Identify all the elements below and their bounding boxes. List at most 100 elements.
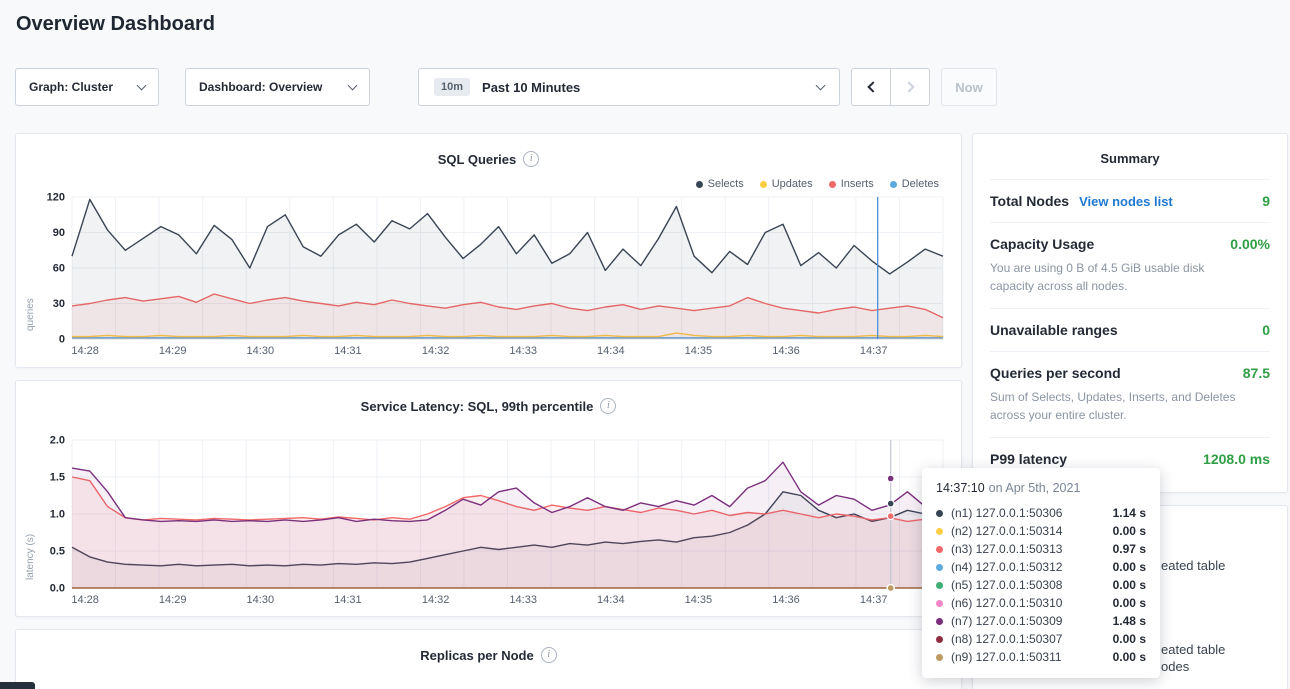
tooltip-row: (n5) 127.0.0.1:50308 0.00 s (936, 576, 1146, 594)
svg-text:14:30: 14:30 (247, 345, 275, 357)
info-icon[interactable]: i (600, 398, 616, 414)
node-address: (n4) 127.0.0.1:50312 (951, 560, 1062, 574)
qps-description: Sum of Selects, Updates, Inserts, and De… (990, 388, 1270, 424)
node-address: (n8) 127.0.0.1:50307 (951, 632, 1062, 646)
chevron-down-icon (348, 80, 358, 90)
sql-queries-plot[interactable]: 030609012014:2814:2914:3014:3114:3214:33… (30, 192, 947, 359)
event-item-fragment: odes (1161, 659, 1189, 674)
replicas-per-node-chart-card: Replicas per Node i (15, 629, 962, 689)
partial-element (0, 682, 35, 689)
summary-row-capacity: Capacity Usage 0.00% You are using 0 B o… (990, 222, 1270, 308)
dashboard-dropdown[interactable]: Dashboard: Overview (185, 68, 370, 106)
legend-item-updates[interactable]: Updates (760, 178, 813, 190)
legend-dot (696, 181, 703, 188)
svg-text:14:32: 14:32 (422, 345, 450, 357)
dashboard-dropdown-label: Dashboard: Overview (199, 80, 322, 94)
total-nodes-value: 9 (1262, 193, 1270, 209)
capacity-value: 0.00% (1230, 236, 1270, 252)
service-latency-chart-card: Service Latency: SQL, 99th percentile i … (15, 380, 962, 617)
svg-text:14:35: 14:35 (685, 594, 713, 606)
tooltip-row: (n8) 127.0.0.1:503070.00 s (936, 630, 1146, 648)
svg-text:1.5: 1.5 (50, 472, 65, 484)
tooltip-row: (n9) 127.0.0.1:50311 0.00 s (936, 648, 1146, 666)
svg-text:14:31: 14:31 (334, 594, 362, 606)
legend-item-inserts[interactable]: Inserts (829, 178, 874, 190)
node-address: (n3) 127.0.0.1:50313 (951, 542, 1062, 556)
node-address: (n7) 127.0.0.1:50309 (951, 614, 1062, 628)
prev-time-button[interactable] (851, 68, 891, 106)
summary-row-unavailable-ranges: Unavailable ranges 0 (990, 308, 1270, 351)
summary-title: Summary (973, 134, 1287, 179)
sql-queries-chart-card: SQL Queries i Selects Updates Inserts Delet… (15, 133, 962, 368)
svg-text:1.0: 1.0 (50, 509, 65, 521)
info-icon[interactable]: i (541, 647, 557, 663)
unavailable-ranges-value: 0 (1262, 322, 1270, 338)
node-latency-value: 0.97 s (1113, 542, 1146, 556)
tooltip-row: (n3) 127.0.0.1:50313 0.97 s (936, 540, 1146, 558)
legend-dot (760, 181, 767, 188)
next-time-button (890, 68, 930, 106)
svg-text:14:31: 14:31 (334, 345, 362, 357)
summary-row-total-nodes: Total Nodes View nodes list 9 (990, 179, 1270, 222)
info-icon[interactable]: i (523, 151, 539, 167)
event-item-fragment: eated table (1161, 558, 1225, 573)
svg-text:14:28: 14:28 (71, 594, 99, 606)
tooltip-row: (n2) 127.0.0.1:503140.00 s (936, 522, 1146, 540)
node-latency-value: 0.00 s (1113, 524, 1146, 538)
sql-legend: Selects Updates Inserts Deletes (696, 178, 939, 190)
total-nodes-label: Total Nodes (990, 193, 1069, 209)
node-color-dot (936, 654, 943, 661)
view-nodes-list-link[interactable]: View nodes list (1079, 194, 1173, 209)
svg-text:0.5: 0.5 (50, 546, 65, 558)
svg-text:60: 60 (53, 263, 65, 275)
svg-text:14:35: 14:35 (685, 345, 713, 357)
time-range-picker[interactable]: 10m Past 10 Minutes (418, 68, 840, 106)
chevron-down-icon (816, 80, 826, 90)
node-latency-value: 1.14 s (1113, 506, 1146, 520)
svg-text:14:37: 14:37 (860, 345, 888, 357)
node-address: (n5) 127.0.0.1:50308 (951, 578, 1062, 592)
capacity-label: Capacity Usage (990, 236, 1094, 252)
svg-text:2.0: 2.0 (50, 435, 65, 447)
svg-text:120: 120 (47, 192, 65, 204)
qps-value: 87.5 (1243, 365, 1270, 381)
latency-hover-tooltip: 14:37:10on Apr 5th, 2021 (n1) 127.0.0.1:… (922, 468, 1160, 678)
node-latency-value: 0.00 s (1113, 560, 1146, 574)
legend-label: Updates (772, 178, 813, 190)
svg-text:14:37: 14:37 (860, 594, 888, 606)
node-latency-value: 1.48 s (1113, 614, 1146, 628)
tooltip-row: (n1) 127.0.0.1:503061.14 s (936, 504, 1146, 522)
time-range-label: Past 10 Minutes (482, 80, 580, 95)
service-latency-plot[interactable]: 0.00.51.01.52.014:2814:2914:3014:3114:32… (30, 435, 947, 608)
node-latency-value: 0.00 s (1113, 650, 1146, 664)
legend-label: Inserts (841, 178, 874, 190)
p99-value: 1208.0 ms (1203, 451, 1270, 467)
svg-text:14:33: 14:33 (509, 345, 537, 357)
node-color-dot (936, 564, 943, 571)
summary-row-qps: Queries per second 87.5 Sum of Selects, … (990, 351, 1270, 437)
chevron-left-icon (867, 81, 878, 92)
chart-title-replicas: Replicas per Node (420, 648, 533, 663)
event-item-fragment: eated table (1161, 642, 1225, 657)
svg-text:14:32: 14:32 (422, 594, 450, 606)
node-latency-value: 0.00 s (1113, 578, 1146, 592)
legend-label: Selects (708, 178, 744, 190)
svg-text:0.0: 0.0 (50, 583, 65, 595)
svg-text:14:29: 14:29 (159, 594, 187, 606)
legend-dot (890, 181, 897, 188)
legend-dot (829, 181, 836, 188)
legend-item-deletes[interactable]: Deletes (890, 178, 939, 190)
qps-label: Queries per second (990, 365, 1121, 381)
tooltip-rows: (n1) 127.0.0.1:503061.14 s(n2) 127.0.0.1… (936, 504, 1146, 666)
svg-text:14:29: 14:29 (159, 345, 187, 357)
capacity-description: You are using 0 B of 4.5 GiB usable disk… (990, 259, 1270, 295)
svg-text:14:36: 14:36 (772, 594, 800, 606)
page-title: Overview Dashboard (16, 13, 215, 36)
tooltip-row: (n6) 127.0.0.1:503100.00 s (936, 594, 1146, 612)
summary-panel: Summary Total Nodes View nodes list 9 Ca… (972, 133, 1288, 493)
svg-text:14:34: 14:34 (597, 345, 625, 357)
chart-title-sql-queries: SQL Queries (438, 152, 517, 167)
node-address: (n9) 127.0.0.1:50311 (951, 650, 1062, 664)
legend-item-selects[interactable]: Selects (696, 178, 744, 190)
graph-dropdown[interactable]: Graph: Cluster (15, 68, 159, 106)
